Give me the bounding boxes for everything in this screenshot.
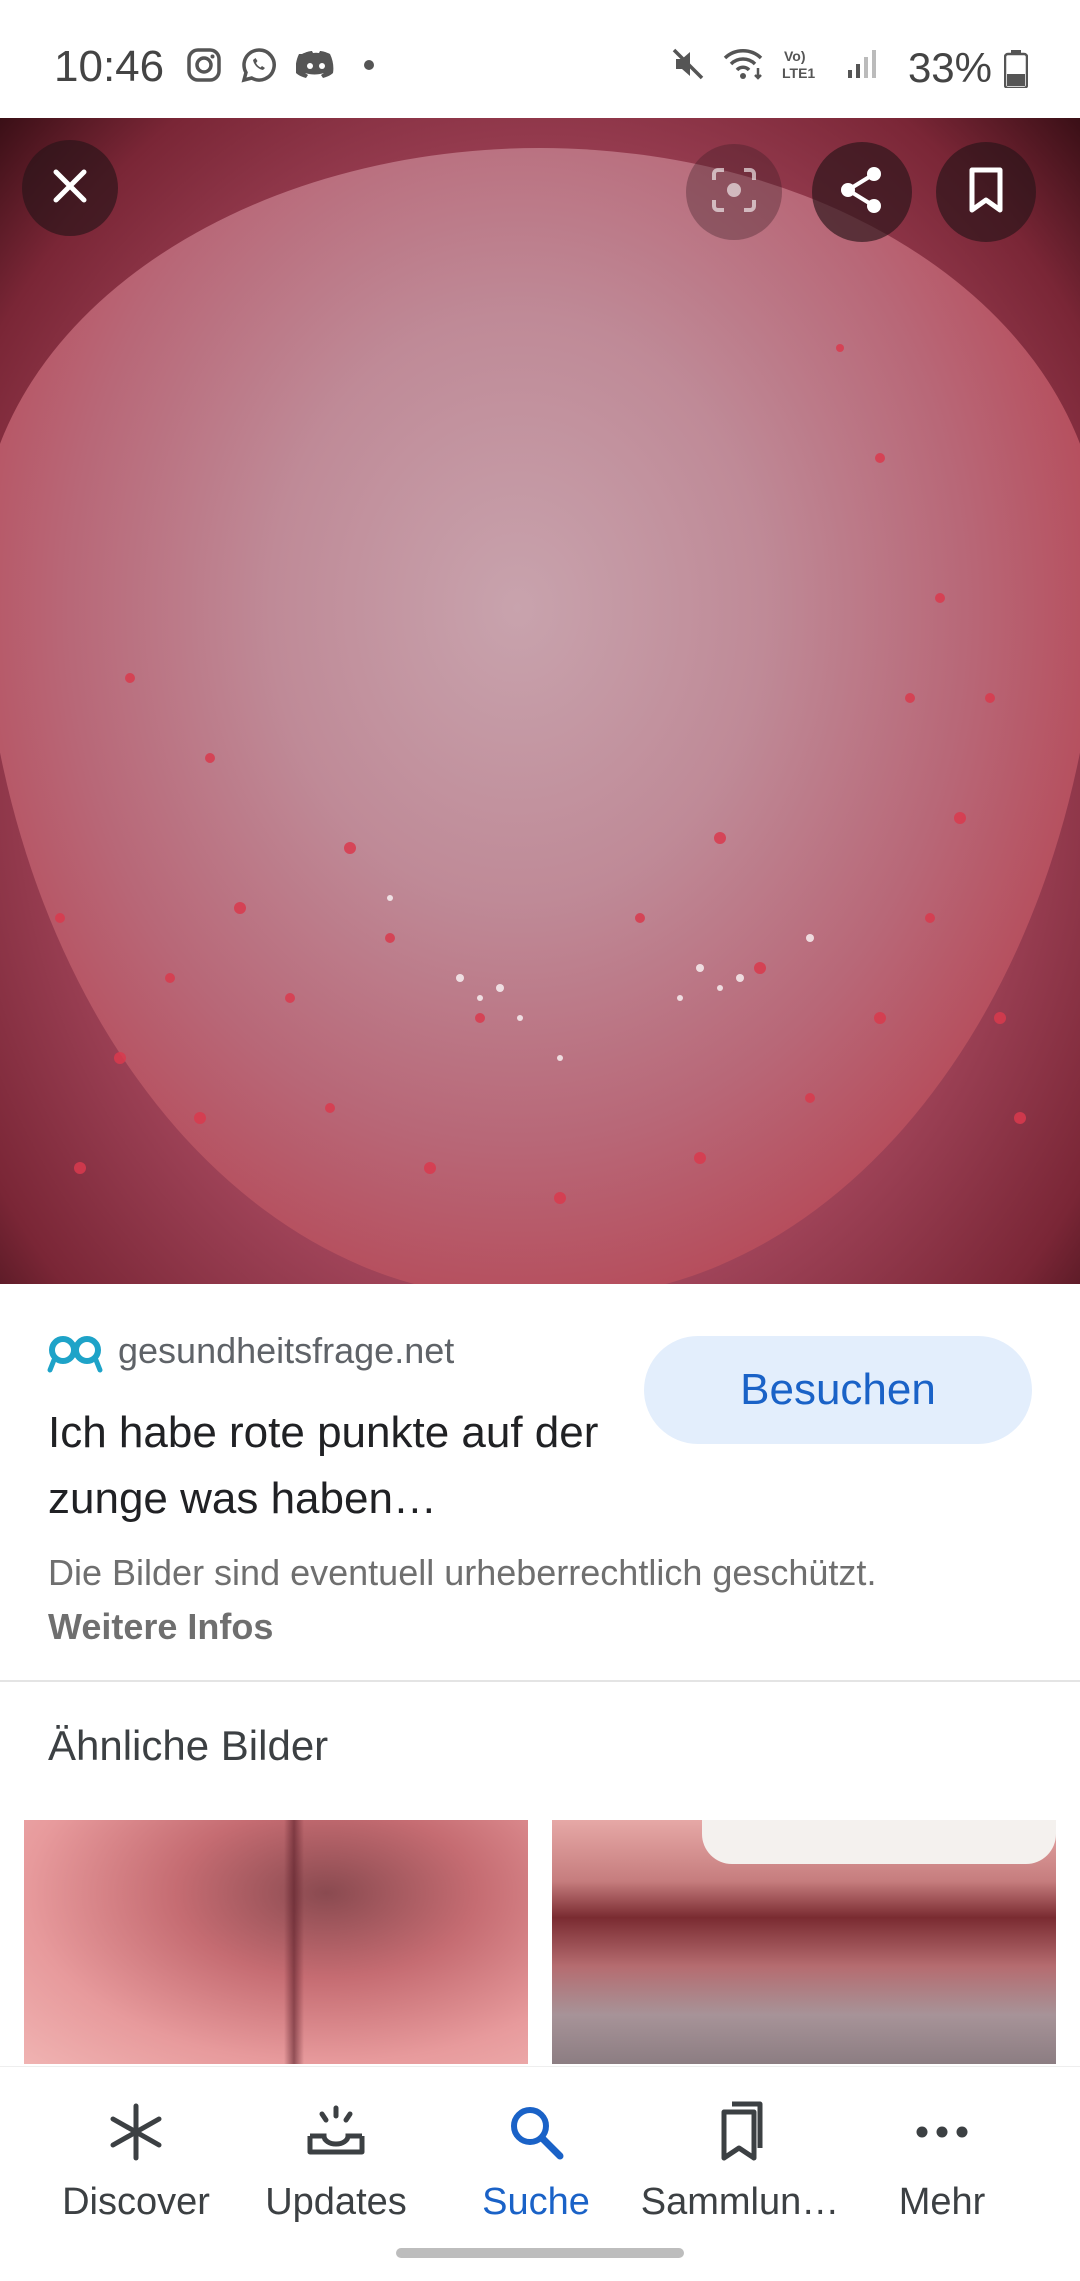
- lens-button[interactable]: [686, 144, 782, 240]
- svg-text:Vo): Vo): [784, 48, 806, 64]
- more-info-link[interactable]: Weitere Infos: [48, 1606, 273, 1648]
- volte-icon: Vo) LTE1: [782, 46, 828, 87]
- close-button[interactable]: [22, 140, 118, 236]
- source-title[interactable]: Ich habe rote punkte auf der zunge was h…: [48, 1400, 608, 1532]
- bookmark-icon: [966, 166, 1006, 219]
- nav-updates[interactable]: Updates: [236, 2097, 436, 2224]
- section-divider: [0, 1680, 1080, 1682]
- nav-collections[interactable]: Sammlun…: [640, 2097, 840, 2224]
- status-time: 10:46: [54, 42, 165, 91]
- source-domain[interactable]: gesundheitsfrage.net: [118, 1330, 454, 1372]
- site-logo-icon: [46, 1334, 104, 1379]
- lens-icon: [710, 166, 758, 219]
- dot-icon: [354, 50, 384, 85]
- svg-text:LTE1: LTE1: [782, 65, 815, 81]
- similar-image-thumbnail-1[interactable]: [24, 1820, 528, 2064]
- share-button[interactable]: [812, 142, 912, 242]
- nav-more-label: Mehr: [898, 2181, 986, 2223]
- nav-discover[interactable]: Discover: [36, 2097, 236, 2224]
- battery-icon: [1003, 50, 1029, 93]
- nav-search-label: Suche: [482, 2181, 590, 2223]
- discord-icon: [295, 48, 336, 87]
- more-icon: [910, 2100, 974, 2169]
- signal-icon: [844, 46, 880, 87]
- status-bar: 10:46 Vo) LTE1 33%: [0, 0, 1080, 118]
- home-indicator[interactable]: [396, 2248, 684, 2258]
- thumbnail-detail: [702, 1820, 1056, 1864]
- asterisk-icon: [104, 2100, 168, 2169]
- whatsapp-icon: [240, 46, 278, 89]
- collections-icon: [708, 2100, 772, 2169]
- mute-icon: [670, 46, 706, 87]
- similar-images-heading: Ähnliche Bilder: [48, 1722, 329, 1769]
- visit-button[interactable]: Besuchen: [644, 1336, 1032, 1444]
- close-icon: [50, 166, 90, 211]
- nav-discover-label: Discover: [62, 2181, 210, 2223]
- nav-search[interactable]: Suche: [436, 2097, 636, 2224]
- thumbnail-detail: [284, 1820, 304, 2064]
- updates-icon: [304, 2100, 368, 2169]
- nav-collections-label: Sammlun…: [640, 2181, 840, 2223]
- preview-image[interactable]: [0, 118, 1080, 1284]
- source-panel: gesundheitsfrage.net Besuchen Ich habe r…: [0, 1284, 1080, 1680]
- notification-icons: [186, 46, 384, 89]
- system-icons: Vo) LTE1: [670, 46, 880, 87]
- share-icon: [836, 164, 888, 221]
- instagram-icon: [186, 47, 222, 88]
- battery-percent: 33%: [907, 44, 992, 91]
- red-spots-overlay: [55, 344, 1026, 1204]
- similar-image-thumbnail-2[interactable]: [552, 1820, 1056, 2064]
- search-icon: [504, 2100, 568, 2169]
- copyright-notice: Die Bilder sind eventuell urheberrechtli…: [48, 1552, 877, 1593]
- nav-more[interactable]: Mehr: [842, 2097, 1042, 2224]
- nav-updates-label: Updates: [265, 2181, 407, 2223]
- wifi-icon: [722, 46, 766, 87]
- bookmark-button[interactable]: [936, 142, 1036, 242]
